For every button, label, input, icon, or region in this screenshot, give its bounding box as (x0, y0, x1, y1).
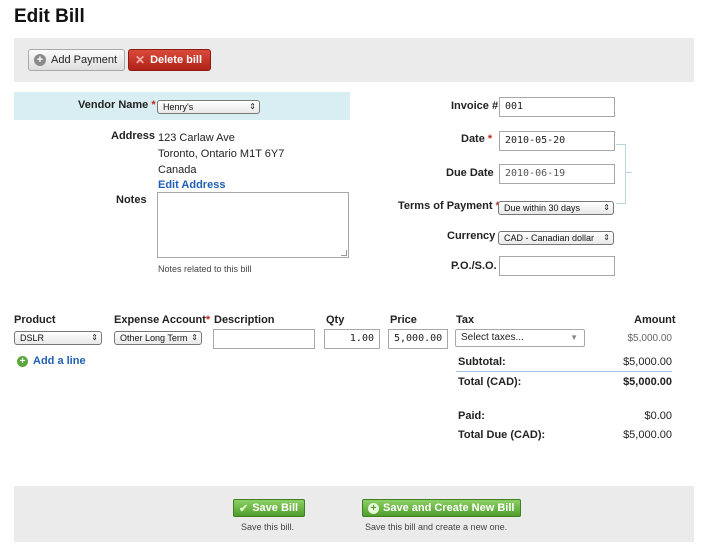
total-value: $5,000.00 (623, 376, 672, 388)
po-label: P.O./S.O. (451, 260, 497, 272)
save-bill-button[interactable]: ✔ Save Bill (233, 499, 306, 517)
page-title: Edit Bill (14, 6, 85, 27)
col-qty: Qty (326, 314, 345, 326)
invoice-label: Invoice # (451, 100, 499, 112)
po-input[interactable] (499, 256, 615, 276)
expense-account-select[interactable]: Other Long Term ⇕ (114, 331, 202, 345)
date-input[interactable]: 2010-05-20 (499, 131, 615, 151)
terms-label: Terms of Payment * (398, 200, 500, 212)
vendor-label: Vendor Name * (78, 99, 156, 111)
product-select[interactable]: DSLR ⇕ (14, 331, 102, 345)
due-date-input[interactable]: 2010-06-19 (499, 164, 615, 184)
dropdown-arrow-icon: ▼ (570, 333, 578, 342)
plus-icon: + (368, 502, 379, 514)
subtotal-value: $5,000.00 (623, 356, 672, 368)
add-payment-icon: + (34, 54, 46, 66)
tax-select[interactable]: Select taxes... ▼ (455, 329, 585, 347)
invoice-input[interactable]: 001 (499, 97, 615, 117)
save-and-new-label: Save and Create New Bill (383, 502, 515, 514)
vendor-select[interactable]: Henry's ⇕ (157, 100, 260, 114)
col-amount: Amount (634, 314, 676, 326)
currency-label: Currency (447, 230, 496, 242)
select-arrows-icon: ⇕ (603, 233, 610, 242)
select-arrows-icon: ⇕ (603, 203, 610, 212)
address-label: Address (111, 130, 156, 142)
delete-bill-label: Delete bill (150, 54, 203, 66)
add-payment-label: Add Payment (51, 54, 118, 66)
address-line2: Toronto, Ontario M1T 6Y7 (158, 148, 285, 160)
date-range-bracket (616, 144, 626, 204)
add-line-link[interactable]: Add a line (33, 355, 86, 367)
date-label: Date * (461, 133, 493, 145)
resize-grip-icon[interactable] (341, 250, 347, 256)
total-due-label: Total Due (CAD): (458, 429, 546, 441)
line-amount: $5,000.00 (627, 333, 673, 344)
price-input[interactable]: 5,000.00 (388, 329, 448, 349)
save-and-new-button[interactable]: + Save and Create New Bill (362, 499, 522, 517)
notes-help: Notes related to this bill (158, 264, 252, 274)
save-bill-label: Save Bill (252, 502, 299, 514)
col-price: Price (390, 314, 417, 326)
paid-value: $0.00 (644, 410, 672, 422)
select-arrows-icon: ⇕ (191, 333, 198, 342)
currency-select[interactable]: CAD - Canadian dollar ⇕ (498, 231, 614, 245)
paid-label: Paid: (458, 410, 485, 422)
add-payment-button[interactable]: + Add Payment (28, 49, 126, 71)
add-line-icon[interactable]: + (17, 356, 28, 367)
select-arrows-icon: ⇕ (91, 333, 98, 342)
delete-bill-button[interactable]: ✕ Delete bill (128, 49, 212, 71)
col-description: Description (214, 314, 275, 326)
footer-bar: ✔ Save Bill Save this bill. + Save and C… (14, 486, 694, 542)
col-tax: Tax (456, 314, 475, 326)
subtotal-label: Subtotal: (458, 356, 506, 368)
total-label: Total (CAD): (458, 376, 522, 388)
delete-icon: ✕ (135, 53, 146, 67)
save-bill-help: Save this bill. (241, 522, 295, 532)
save-and-new-help: Save this bill and create a new one. (365, 522, 508, 532)
col-expense-account: Expense Account* (114, 314, 211, 326)
address-line3: Canada (158, 164, 197, 176)
qty-input[interactable]: 1.00 (324, 329, 380, 349)
totals-divider (456, 371, 672, 372)
select-arrows-icon: ⇕ (249, 102, 256, 111)
toolbar: + Add Payment ✕ Delete bill (14, 38, 694, 82)
total-due-value: $5,000.00 (623, 429, 672, 441)
check-icon: ✔ (239, 502, 249, 515)
description-input[interactable] (213, 329, 315, 349)
notes-label: Notes (116, 194, 147, 206)
terms-select[interactable]: Due within 30 days ⇕ (498, 201, 614, 215)
col-product: Product (14, 314, 56, 326)
edit-address-link[interactable]: Edit Address (158, 179, 225, 191)
address-line1: 123 Carlaw Ave (158, 132, 235, 144)
notes-textarea[interactable] (157, 192, 349, 258)
date-range-bracket-tick (626, 172, 632, 173)
due-date-label: Due Date (446, 167, 494, 179)
